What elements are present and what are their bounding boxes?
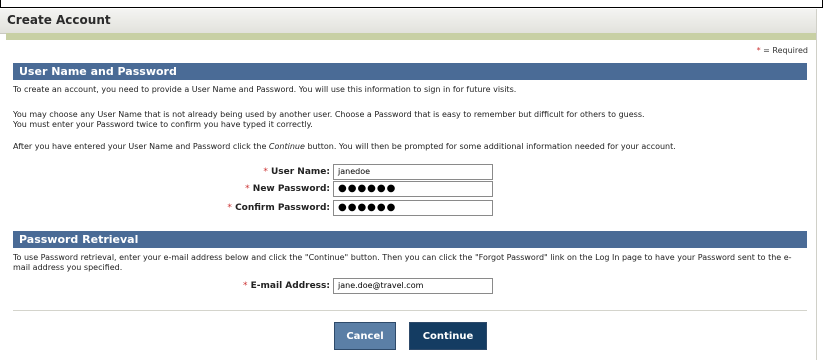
required-star: * bbox=[263, 167, 268, 177]
required-star: * bbox=[227, 203, 232, 213]
section-title: Password Retrieval bbox=[19, 233, 139, 246]
required-star: * bbox=[245, 184, 250, 194]
required-note: * = Required bbox=[757, 46, 808, 55]
continue-hint-part-1: After you have entered your User Name an… bbox=[13, 142, 269, 151]
retrieval-text: To use Password retrieval, enter your e-… bbox=[13, 253, 792, 272]
email-input[interactable]: jane.doe@travel.com bbox=[333, 278, 493, 294]
instructions-text: You may choose any User Name that is not… bbox=[13, 110, 807, 130]
panel-right-edge bbox=[816, 9, 817, 360]
username-label-text: User Name: bbox=[270, 167, 330, 177]
section-header-password-retrieval: Password Retrieval bbox=[13, 231, 807, 248]
confirm-password-input[interactable]: ●●●●●● bbox=[333, 200, 493, 216]
username-input[interactable]: janedoe bbox=[333, 164, 493, 180]
username-label: * User Name: bbox=[170, 167, 330, 177]
continue-hint-text: After you have entered your User Name an… bbox=[13, 142, 807, 152]
confirm-password-label: * Confirm Password: bbox=[170, 203, 330, 213]
confirm-password-label-text: Confirm Password: bbox=[235, 203, 330, 213]
header-bar: Create Account bbox=[0, 9, 817, 34]
header-accent-strip bbox=[6, 33, 817, 40]
instructions-line-2: You must enter your Password twice to co… bbox=[13, 120, 313, 129]
new-password-label-text: New Password: bbox=[252, 184, 330, 194]
required-star: * bbox=[243, 281, 248, 291]
continue-button[interactable]: Continue bbox=[409, 322, 487, 350]
email-label-text: E-mail Address: bbox=[250, 281, 330, 291]
new-password-label: * New Password: bbox=[170, 184, 330, 194]
cancel-button[interactable]: Cancel bbox=[334, 322, 396, 350]
page-title: Create Account bbox=[7, 13, 111, 27]
continue-hint-emphasis: Continue bbox=[268, 142, 305, 151]
required-note-text: = Required bbox=[760, 46, 808, 55]
window-frame-top bbox=[0, 0, 823, 8]
form-divider bbox=[13, 310, 807, 311]
instructions-line-1: You may choose any User Name that is not… bbox=[13, 110, 645, 119]
section-title: User Name and Password bbox=[19, 65, 177, 78]
continue-hint-part-2: button. You will then be prompted for so… bbox=[304, 142, 676, 151]
intro-text: To create an account, you need to provid… bbox=[13, 85, 517, 94]
new-password-input[interactable]: ●●●●●● bbox=[333, 181, 493, 197]
section-header-username-password: User Name and Password bbox=[13, 63, 807, 80]
email-label: * E-mail Address: bbox=[170, 281, 330, 291]
